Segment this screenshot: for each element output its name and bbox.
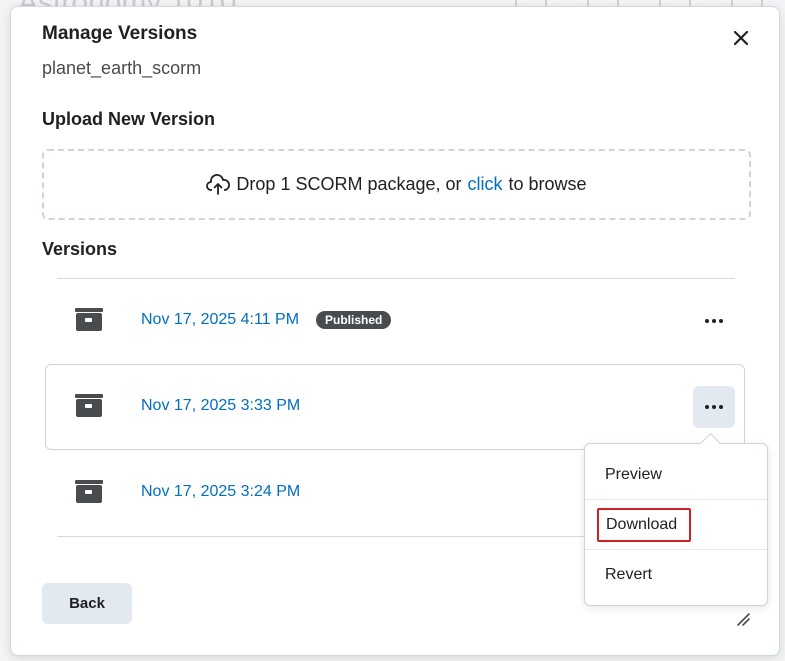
browse-link[interactable]: click bbox=[468, 174, 503, 195]
package-name: planet_earth_scorm bbox=[42, 58, 202, 78]
menu-item-label: Revert bbox=[605, 566, 653, 583]
versions-heading: Versions bbox=[42, 239, 118, 259]
version-row: Nov 17, 2025 3:33 PM bbox=[45, 364, 745, 450]
version-date-link[interactable]: Nov 17, 2025 3:33 PM bbox=[141, 397, 300, 415]
dialog-title: Manage Versions bbox=[42, 23, 198, 44]
version-actions-menu: Preview Download Revert bbox=[584, 432, 768, 606]
menu-item-label: Preview bbox=[605, 466, 662, 483]
cloud-upload-icon bbox=[206, 173, 231, 195]
dropzone-text-after: to browse bbox=[508, 174, 587, 194]
close-icon bbox=[734, 31, 748, 45]
menu-item-preview[interactable]: Preview bbox=[585, 450, 767, 500]
more-dots-icon bbox=[705, 405, 723, 409]
more-actions-button[interactable] bbox=[693, 386, 735, 428]
upload-dropzone[interactable]: Drop 1 SCORM package, or click to browse bbox=[42, 149, 751, 220]
menu-item-revert[interactable]: Revert bbox=[585, 550, 767, 600]
version-date-link[interactable]: Nov 17, 2025 4:11 PM bbox=[141, 311, 299, 329]
version-row: Nov 17, 2025 4:11 PM Published bbox=[45, 278, 745, 364]
package-box-icon bbox=[75, 308, 103, 331]
package-box-icon bbox=[75, 480, 103, 503]
dropzone-text: Drop 1 SCORM package, or bbox=[236, 174, 462, 194]
back-button[interactable]: Back bbox=[42, 583, 132, 624]
more-dots-icon bbox=[705, 319, 723, 323]
package-box-icon bbox=[75, 394, 103, 417]
menu-item-label: Download bbox=[597, 508, 692, 542]
menu-item-download[interactable]: Download bbox=[585, 500, 767, 550]
published-badge: Published bbox=[316, 311, 392, 329]
resize-handle-icon[interactable] bbox=[735, 611, 751, 627]
upload-heading: Upload New Version bbox=[42, 109, 216, 129]
more-actions-button[interactable] bbox=[693, 300, 735, 342]
close-button[interactable] bbox=[728, 25, 754, 51]
version-date-link[interactable]: Nov 17, 2025 3:24 PM bbox=[141, 483, 300, 501]
